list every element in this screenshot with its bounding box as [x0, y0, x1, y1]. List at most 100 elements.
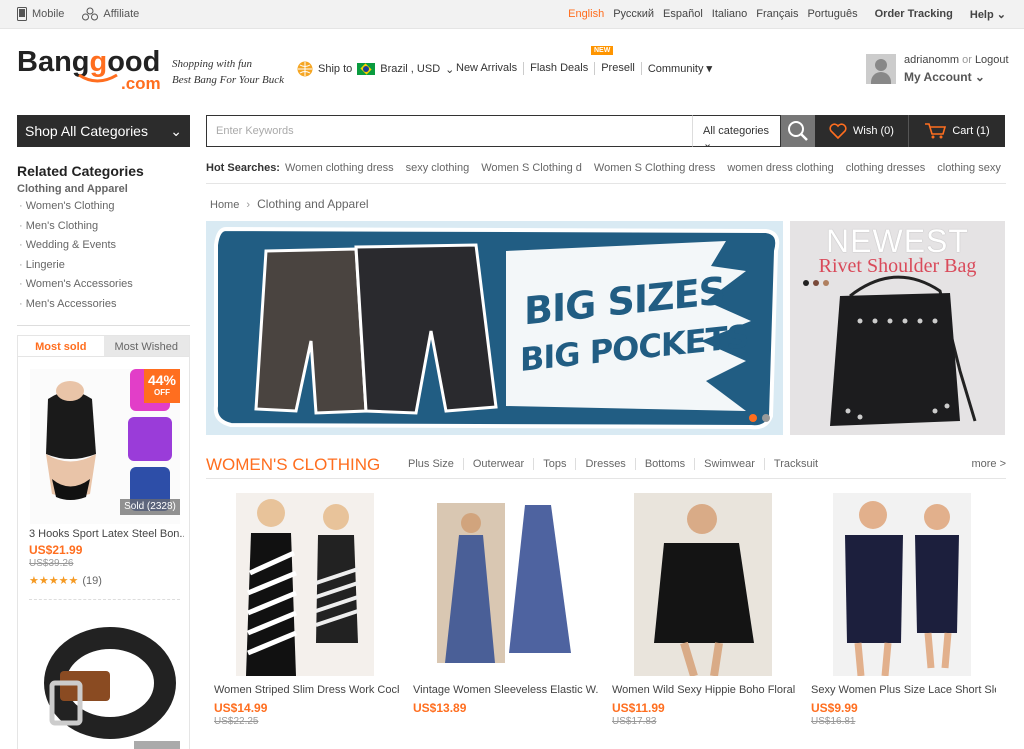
- top-bar: Mobile Affiliate English Русский Español…: [0, 0, 1024, 29]
- section-tab[interactable]: Outerwear: [462, 458, 533, 470]
- nav-presell[interactable]: Presell: [594, 62, 641, 75]
- related-item[interactable]: Men's Clothing: [17, 217, 190, 237]
- hot-searches: Hot Searches: Women clothing dress sexy …: [206, 162, 1006, 174]
- section-tab[interactable]: Swimwear: [694, 458, 764, 470]
- product-image[interactable]: [435, 493, 573, 676]
- slogan-line-1: Shopping with fun: [172, 58, 253, 70]
- review-count[interactable]: (19): [82, 575, 102, 587]
- search-input[interactable]: Enter Keywords: [206, 115, 692, 147]
- most-sold-price: US$21.99: [29, 543, 83, 557]
- carousel-dot-active[interactable]: [749, 414, 757, 422]
- nav-flash-deals[interactable]: Flash Deals: [523, 62, 594, 75]
- tab-most-wished[interactable]: Most Wished: [103, 336, 189, 356]
- tab-most-sold[interactable]: Most sold: [18, 336, 104, 356]
- divider: [29, 599, 180, 600]
- slogan-line-2: Best Bang For Your Buck: [172, 74, 285, 86]
- more-link[interactable]: more >: [971, 458, 1006, 470]
- section-tab[interactable]: Plus Size: [399, 458, 463, 470]
- hot-search-link[interactable]: clothing sexy: [937, 162, 1001, 174]
- hot-search-link[interactable]: clothing dresses: [846, 162, 926, 174]
- hot-search-link[interactable]: sexy clothing: [406, 162, 470, 174]
- search-icon: [788, 121, 808, 141]
- product-price: US$11.99: [612, 701, 665, 715]
- mobile-link[interactable]: Mobile: [17, 7, 64, 21]
- product-title[interactable]: Vintage Women Sleeveless Elastic W...: [413, 684, 598, 696]
- section-title[interactable]: WOMEN'S CLOTHING: [206, 455, 380, 475]
- affiliate-link[interactable]: Affiliate: [82, 7, 139, 21]
- avatar[interactable]: [866, 54, 896, 84]
- product-image-belt[interactable]: [30, 613, 180, 749]
- hero-banner[interactable]: BIG SIZES BIG POCKETS: [206, 221, 783, 435]
- hot-search-link[interactable]: Women S Clothing d: [481, 162, 582, 174]
- ship-to-selector[interactable]: Ship to Brazil , USD ⌄: [297, 61, 454, 77]
- shop-all-categories-button[interactable]: Shop All Categories ⌄: [17, 115, 190, 147]
- nav-new-arrivals[interactable]: New Arrivals: [456, 62, 523, 75]
- related-item[interactable]: Women's Accessories: [17, 275, 190, 295]
- nav-community[interactable]: Community ▾: [640, 62, 718, 75]
- brazil-flag-icon: [357, 63, 376, 75]
- logout-link[interactable]: Logout: [975, 54, 1009, 66]
- related-item[interactable]: Men's Accessories: [17, 295, 190, 315]
- lang-italian[interactable]: Italiano: [712, 8, 747, 21]
- dress-image: [634, 493, 772, 676]
- section-tab[interactable]: Bottoms: [634, 458, 694, 470]
- lang-russian[interactable]: Русский: [613, 8, 654, 21]
- breadcrumb-separator: ›: [246, 199, 251, 211]
- heart-icon: [829, 123, 847, 139]
- most-sold-title[interactable]: 3 Hooks Sport Latex Steel Bon...: [29, 528, 184, 540]
- section-tab[interactable]: Tracksuit: [763, 458, 827, 470]
- related-item[interactable]: Lingerie: [17, 256, 190, 276]
- mobile-icon: [17, 7, 27, 21]
- hot-search-link[interactable]: Women clothing dress: [285, 162, 394, 174]
- cart-button[interactable]: Cart (1): [909, 115, 1005, 147]
- search-button[interactable]: [781, 115, 815, 147]
- product-price: US$9.99: [811, 701, 858, 715]
- shop-all-label: Shop All Categories: [25, 123, 148, 139]
- carousel-dot[interactable]: [762, 414, 770, 422]
- product-title[interactable]: Women Striped Slim Dress Work Cock...: [214, 684, 399, 696]
- slogan: Shopping with fun Best Bang For Your Buc…: [172, 56, 284, 88]
- sold-count-badge: Sold (2328): [120, 499, 180, 515]
- header-nav: New Arrivals Flash Deals Presell Communi…: [456, 62, 718, 75]
- logo[interactable]: Banggood .com: [17, 45, 167, 95]
- product-title[interactable]: Women Wild Sexy Hippie Boho Floral ...: [612, 684, 797, 696]
- category-select[interactable]: All categories ⌄: [692, 115, 781, 150]
- chevron-down-icon: ⌄: [974, 70, 985, 84]
- product-price: US$13.89: [413, 701, 467, 715]
- hot-search-link[interactable]: women dress clothing: [727, 162, 833, 174]
- caret-down-icon: ▾: [706, 63, 713, 75]
- product-image[interactable]: [634, 493, 772, 676]
- product-grid: Women Striped Slim Dress Work Cock... US…: [206, 493, 1006, 749]
- section-tab[interactable]: Dresses: [575, 458, 634, 470]
- product-image[interactable]: [236, 493, 374, 676]
- breadcrumb: Home › Clothing and Apparel: [210, 197, 373, 211]
- product-image[interactable]: [833, 493, 971, 676]
- product-price: US$14.99: [214, 701, 268, 715]
- lang-spanish[interactable]: Español: [663, 8, 703, 21]
- chevron-down-icon: ⌄: [993, 9, 1006, 21]
- my-account-menu[interactable]: My Account ⌄: [904, 70, 985, 84]
- lang-portuguese[interactable]: Português: [807, 8, 857, 21]
- wishlist-button[interactable]: Wish (0): [815, 115, 909, 147]
- ship-to-label: Ship to: [318, 63, 353, 75]
- section-tab[interactable]: Tops: [533, 458, 575, 470]
- breadcrumb-home[interactable]: Home: [210, 199, 239, 211]
- lang-english[interactable]: English: [568, 8, 604, 21]
- lang-french[interactable]: Français: [756, 8, 798, 21]
- related-item[interactable]: Women's Clothing: [17, 197, 190, 217]
- product-image-corset[interactable]: 44% OFF Sold (2328): [30, 369, 180, 524]
- side-ad-banner[interactable]: NEWEST Rivet Shoulder Bag: [790, 221, 1005, 435]
- account-username[interactable]: adrianomm: [904, 54, 959, 66]
- chevron-down-icon: ⌄: [170, 123, 182, 139]
- chevron-down-icon: ⌄: [703, 138, 713, 150]
- related-item[interactable]: Wedding & Events: [17, 236, 190, 256]
- most-sold-old-price: US$39.26: [29, 558, 74, 569]
- product-title[interactable]: Sexy Women Plus Size Lace Short Sle...: [811, 684, 996, 696]
- product-old-price: US$16.81: [811, 716, 856, 727]
- order-tracking-link[interactable]: Order Tracking: [875, 8, 953, 21]
- account-or: or: [962, 54, 972, 66]
- help-menu[interactable]: Help ⌄: [970, 8, 1006, 21]
- hot-search-link[interactable]: Women S Clothing dress: [594, 162, 715, 174]
- related-parent[interactable]: Clothing and Apparel: [17, 183, 190, 195]
- dress-image: [236, 493, 374, 676]
